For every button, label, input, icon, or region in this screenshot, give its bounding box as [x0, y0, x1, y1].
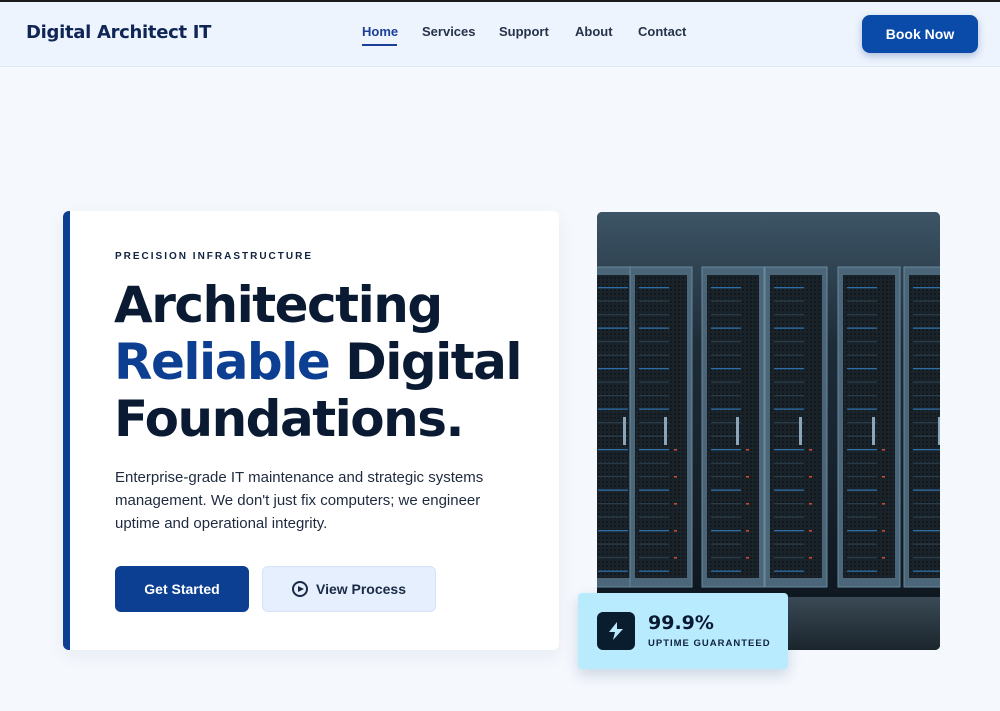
hero-card: PRECISION INFRASTRUCTURE Architecting Re…: [63, 211, 559, 650]
navbar: Digital Architect IT Home Services Suppo…: [0, 2, 1000, 67]
brand-logo[interactable]: Digital Architect IT: [26, 22, 211, 43]
server-rack-image: [597, 212, 940, 650]
headline-line-3: Foundations.: [114, 390, 464, 448]
view-process-label: View Process: [315, 581, 407, 597]
uptime-badge: 99.9% UPTIME GUARANTEED: [578, 593, 788, 669]
headline-line-1: Architecting: [114, 276, 443, 334]
nav-services[interactable]: Services: [422, 24, 476, 39]
server-rack-illustration: [597, 212, 940, 650]
play-circle-icon: [291, 581, 308, 597]
view-process-button[interactable]: View Process: [262, 566, 436, 612]
nav-support[interactable]: Support: [499, 24, 549, 39]
uptime-label: UPTIME GUARANTEED: [648, 638, 771, 649]
nav-contact[interactable]: Contact: [638, 24, 686, 39]
hero-eyebrow: PRECISION INFRASTRUCTURE: [115, 251, 314, 262]
book-now-button[interactable]: Book Now: [862, 15, 978, 53]
get-started-button[interactable]: Get Started: [115, 566, 249, 612]
nav-about[interactable]: About: [575, 24, 613, 39]
headline-line-2: Digital: [329, 333, 522, 391]
hero-description: Enterprise-grade IT maintenance and stra…: [115, 469, 484, 532]
hero-headline: Architecting Reliable Digital Foundation…: [114, 277, 554, 448]
nav-home[interactable]: Home: [362, 24, 398, 39]
headline-accent: Reliable: [114, 333, 331, 391]
uptime-value: 99.9%: [648, 612, 714, 634]
active-nav-indicator: [362, 44, 397, 46]
lightning-bolt-icon: [597, 612, 635, 650]
